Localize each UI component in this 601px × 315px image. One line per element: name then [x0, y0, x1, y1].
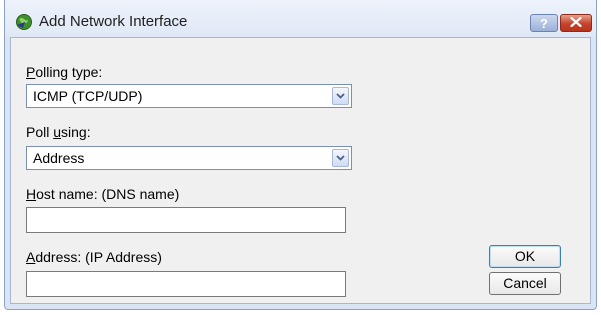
- window-title: Add Network Interface: [39, 13, 188, 30]
- title-bar[interactable]: Add Network Interface ?: [5, 0, 596, 37]
- close-icon: [570, 14, 582, 32]
- poll-using-label: Poll using:: [26, 124, 91, 140]
- polling-type-value: ICMP (TCP/UDP): [33, 88, 143, 104]
- cancel-button[interactable]: Cancel: [489, 272, 561, 295]
- dialog-client-area: Polling type: ICMP (TCP/UDP) Poll using:…: [10, 37, 591, 304]
- host-name-label: Host name: (DNS name): [26, 186, 180, 202]
- ok-button[interactable]: OK: [489, 245, 561, 268]
- close-button[interactable]: [560, 14, 592, 32]
- address-label: Address: (IP Address): [26, 249, 162, 265]
- polling-type-label: Polling type:: [26, 64, 103, 80]
- help-button[interactable]: ?: [530, 14, 558, 32]
- chevron-down-icon[interactable]: [332, 149, 349, 167]
- app-globe-icon: [15, 13, 33, 31]
- polling-type-select[interactable]: ICMP (TCP/UDP): [26, 84, 352, 108]
- poll-using-value: Address: [33, 150, 85, 166]
- address-input[interactable]: [26, 271, 346, 297]
- chevron-down-icon[interactable]: [332, 87, 349, 105]
- dialog-window: Add Network Interface ? Polling type: IC…: [4, 0, 597, 310]
- help-icon: ?: [540, 15, 548, 31]
- host-name-input[interactable]: [26, 207, 346, 233]
- poll-using-select[interactable]: Address: [26, 146, 352, 170]
